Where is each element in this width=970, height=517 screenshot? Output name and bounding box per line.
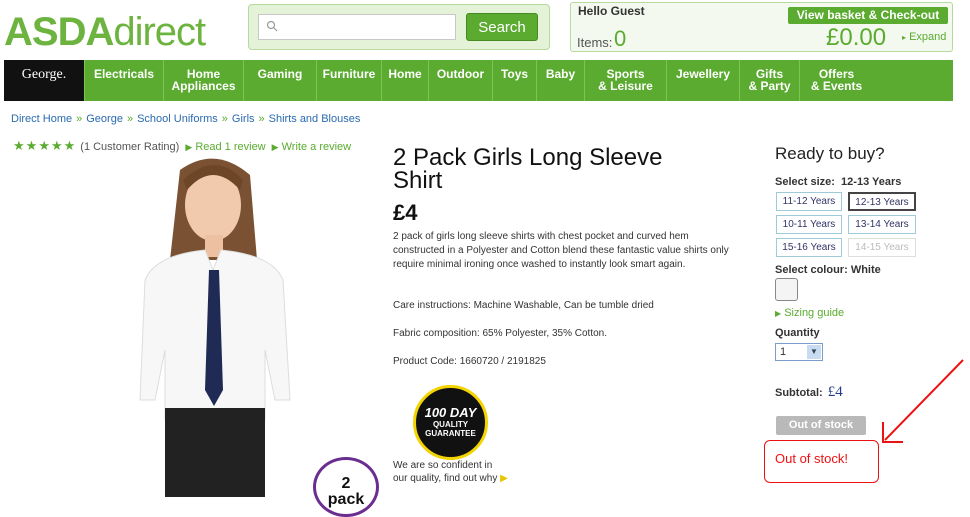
size-option-11-12[interactable]: 11-12 Years [776,192,842,211]
breadcrumb-girls[interactable]: Girls [232,113,255,125]
chevron-down-icon: ▼ [807,345,821,359]
select-colour-label: Select colour: White [775,264,881,276]
breadcrumb-shirts-blouses[interactable]: Shirts and Blouses [269,113,361,125]
nav-furniture[interactable]: Furniture [316,60,381,101]
sizing-guide-link[interactable]: ▶ Sizing guide [775,307,844,319]
select-size-label: Select size: 12-13 Years [775,176,902,188]
star-icon: ★ [38,138,50,153]
size-option-14-15: 14-15 Years [848,238,916,257]
colour-swatch-white[interactable] [775,278,798,301]
nav-sports-leisure[interactable]: Sports & Leisure [584,60,666,101]
nav-outdoor[interactable]: Outdoor [428,60,492,101]
breadcrumb-separator: » [126,113,134,125]
out-of-stock-annotation: Out of stock! [764,440,879,483]
nav-george[interactable]: George. [4,60,84,101]
breadcrumb-george[interactable]: George [86,113,123,125]
breadcrumb-school-uniforms[interactable]: School Uniforms [137,113,218,125]
guarantee-text[interactable]: We are so confident in our quality, find… [393,459,508,485]
nav-home-appliances[interactable]: Home Appliances [163,60,243,101]
product-title: 2 Pack Girls Long Sleeve Shirt [393,144,663,194]
subtotal: Subtotal: £4 [775,384,843,400]
search-button[interactable]: Search [466,13,538,41]
product-description: 2 pack of girls long sleeve shirts with … [393,231,729,270]
breadcrumb-separator: » [258,113,265,125]
greeting: Hello Guest [578,4,645,18]
basket-total: £0.00 [826,24,887,51]
expand-link[interactable]: ▸ Expand [902,31,946,43]
star-icon: ★ [25,138,38,153]
items-count: 0 [614,26,627,51]
guarantee-badge[interactable]: 100 DAY QUALITY GUARANTEE [413,385,488,460]
main-nav: George. Electricals Home Appliances Gamin… [4,60,953,101]
quantity-select[interactable]: 1 ▼ [775,343,823,361]
nav-toys[interactable]: Toys [492,60,536,101]
view-basket-button[interactable]: View basket & Check-out [788,7,948,24]
nav-home[interactable]: Home [381,60,428,101]
rating-stars: ★★★★★ [13,138,76,153]
product-code: Product Code: 1660720 / 2191825 [393,356,546,367]
out-of-stock-button: Out of stock [776,416,866,435]
breadcrumb-direct-home[interactable]: Direct Home [11,113,72,125]
triangle-right-icon: ▸ [902,33,907,42]
search-input[interactable] [258,14,456,40]
asda-direct-logo[interactable]: ASDAdirect [4,10,206,54]
search-icon [266,20,278,32]
nav-gaming[interactable]: Gaming [243,60,316,101]
care-instructions: Care instructions: Machine Washable, Can… [393,300,654,311]
nav-gifts-party[interactable]: Gifts & Party [739,60,799,101]
fabric-composition: Fabric composition: 65% Polyester, 35% C… [393,328,607,339]
size-option-12-13[interactable]: 12-13 Years [848,192,916,211]
nav-jewellery[interactable]: Jewellery [666,60,739,101]
product-image[interactable] [125,150,300,497]
triangle-right-icon: ▶ [500,473,508,484]
items-label: Items: [577,35,613,50]
size-option-13-14[interactable]: 13-14 Years [848,215,916,234]
triangle-right-icon: ▶ [775,309,782,318]
size-option-15-16[interactable]: 15-16 Years [776,238,842,257]
nav-offers-events[interactable]: Offers & Events [799,60,873,101]
nav-electricals[interactable]: Electricals [84,60,163,101]
star-icon: ★ [63,138,76,153]
star-icon: ★ [13,138,25,153]
annotation-arrow [882,359,964,443]
star-icon: ★ [50,138,63,153]
ready-to-buy-heading: Ready to buy? [775,144,885,163]
size-option-10-11[interactable]: 10-11 Years [776,215,842,234]
breadcrumb-separator: » [221,113,228,125]
product-price: £4 [393,200,418,225]
breadcrumb: Direct Home» George» School Uniforms» Girls… [11,113,360,125]
quantity-label: Quantity [775,327,820,339]
breadcrumb-separator: » [76,113,83,125]
two-pack-badge: 2 pack [313,457,379,517]
nav-baby[interactable]: Baby [536,60,584,101]
